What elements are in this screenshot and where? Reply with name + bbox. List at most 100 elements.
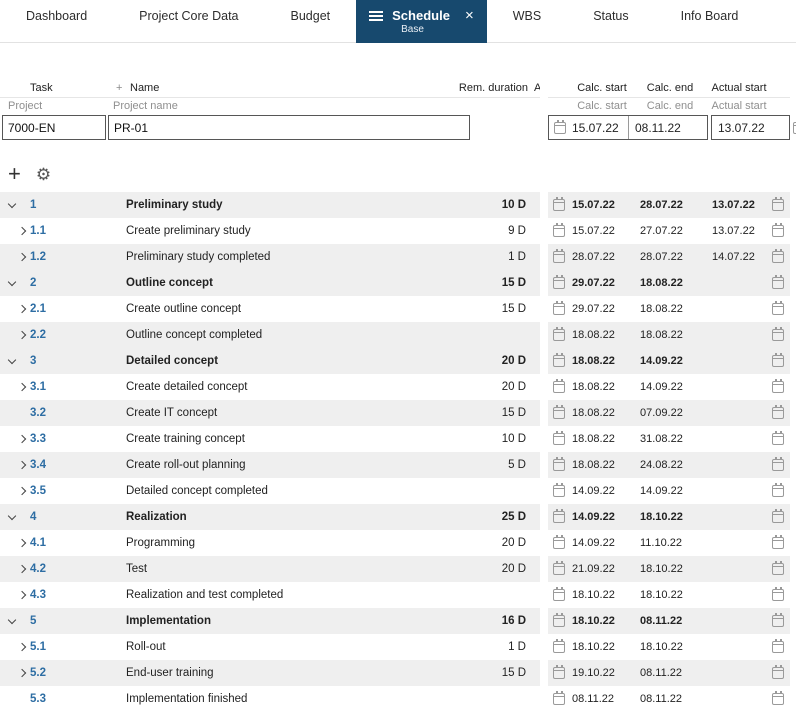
task-name[interactable]: Implementation finished xyxy=(126,693,456,705)
calendar-icon[interactable] xyxy=(553,379,565,393)
column-header-calc-start[interactable]: Calc. start xyxy=(568,82,636,94)
task-rem-duration[interactable]: 20 D xyxy=(456,381,540,393)
task-name[interactable]: Create training concept xyxy=(126,433,456,445)
task-name[interactable]: Realization xyxy=(126,511,456,523)
task-number[interactable]: 4.3 xyxy=(30,589,126,601)
add-task-button[interactable]: + xyxy=(8,163,21,185)
task-number[interactable]: 1.1 xyxy=(30,225,126,237)
task-rem-duration[interactable]: 15 D xyxy=(456,303,540,315)
task-number[interactable]: 2 xyxy=(30,277,126,289)
expand-chevron-icon[interactable] xyxy=(17,460,27,470)
tab-budget[interactable]: Budget xyxy=(265,0,357,31)
tab-status[interactable]: Status xyxy=(567,0,654,31)
calendar-icon[interactable] xyxy=(772,509,784,523)
calendar-icon[interactable] xyxy=(553,535,565,549)
task-name[interactable]: Outline concept completed xyxy=(126,329,456,341)
task-name[interactable]: Create IT concept xyxy=(126,407,456,419)
task-rem-duration[interactable]: 10 D xyxy=(456,199,540,211)
calendar-icon[interactable] xyxy=(553,561,565,575)
task-name[interactable]: Test xyxy=(126,563,456,575)
task-number[interactable]: 3.4 xyxy=(30,459,126,471)
expand-chevron-icon[interactable] xyxy=(17,382,27,392)
calendar-icon[interactable] xyxy=(553,587,565,601)
task-name[interactable]: Create roll-out planning xyxy=(126,459,456,471)
task-rem-duration[interactable]: 9 D xyxy=(456,225,540,237)
task-number[interactable]: 2.1 xyxy=(30,303,126,315)
task-name[interactable]: Create preliminary study xyxy=(126,225,456,237)
task-rem-duration[interactable]: 15 D xyxy=(456,407,540,419)
task-number[interactable]: 1 xyxy=(30,199,126,211)
task-number[interactable]: 3.1 xyxy=(30,381,126,393)
task-rem-duration[interactable]: 20 D xyxy=(456,355,540,367)
task-name[interactable]: Implementation xyxy=(126,615,456,627)
calendar-icon[interactable] xyxy=(772,223,784,237)
task-number[interactable]: 5.1 xyxy=(30,641,126,653)
calendar-icon[interactable] xyxy=(772,561,784,575)
calendar-icon[interactable] xyxy=(553,613,565,627)
calendar-icon[interactable] xyxy=(553,691,565,705)
project-name-input[interactable] xyxy=(108,115,470,140)
task-name[interactable]: End-user training xyxy=(126,667,456,679)
task-rem-duration[interactable]: 20 D xyxy=(456,537,540,549)
expand-chevron-icon[interactable] xyxy=(17,642,27,652)
tab-info-board[interactable]: Info Board xyxy=(655,0,765,31)
task-rem-duration[interactable]: 10 D xyxy=(456,433,540,445)
expand-chevron-icon[interactable] xyxy=(17,538,27,548)
calendar-icon[interactable] xyxy=(772,587,784,601)
calendar-icon[interactable] xyxy=(772,457,784,471)
task-rem-duration[interactable]: 15 D xyxy=(456,277,540,289)
task-rem-duration[interactable]: 15 D xyxy=(456,667,540,679)
calendar-icon[interactable] xyxy=(772,249,784,263)
add-column-icon[interactable]: + xyxy=(116,82,122,94)
task-number[interactable]: 3.2 xyxy=(30,407,126,419)
calendar-icon[interactable] xyxy=(772,405,784,419)
calendar-icon[interactable] xyxy=(553,509,565,523)
calendar-icon[interactable] xyxy=(553,639,565,653)
actual-start[interactable]: 13.07.22 xyxy=(704,225,770,237)
task-number[interactable]: 4.1 xyxy=(30,537,126,549)
task-name[interactable]: Detailed concept xyxy=(126,355,456,367)
task-rem-duration[interactable]: 1 D xyxy=(456,251,540,263)
calendar-icon[interactable] xyxy=(772,431,784,445)
project-calc-start-field[interactable]: 15.07.22 xyxy=(566,121,628,135)
actual-start[interactable]: 13.07.22 xyxy=(704,199,770,211)
calendar-icon[interactable] xyxy=(772,665,784,679)
task-rem-duration[interactable]: 16 D xyxy=(456,615,540,627)
expand-chevron-icon[interactable] xyxy=(7,615,17,625)
expand-chevron-icon[interactable] xyxy=(17,226,27,236)
task-rem-duration[interactable]: 25 D xyxy=(456,511,540,523)
calendar-icon[interactable] xyxy=(772,483,784,497)
expand-chevron-icon[interactable] xyxy=(17,434,27,444)
column-header-name[interactable]: Name xyxy=(130,82,159,94)
tab-wbs[interactable]: WBS xyxy=(487,0,567,31)
calendar-icon[interactable] xyxy=(553,405,565,419)
task-number[interactable]: 5.3 xyxy=(30,693,126,705)
task-name[interactable]: Detailed concept completed xyxy=(126,485,456,497)
task-rem-duration[interactable]: 5 D xyxy=(456,459,540,471)
calendar-icon[interactable] xyxy=(553,327,565,341)
expand-chevron-icon[interactable] xyxy=(17,304,27,314)
expand-chevron-icon[interactable] xyxy=(17,668,27,678)
tab-schedule[interactable]: Schedule × Base xyxy=(356,0,487,43)
task-number[interactable]: 1.2 xyxy=(30,251,126,263)
calendar-icon[interactable] xyxy=(553,457,565,471)
calendar-icon[interactable] xyxy=(772,301,784,315)
calendar-icon[interactable] xyxy=(772,327,784,341)
task-name[interactable]: Create outline concept xyxy=(126,303,456,315)
task-number[interactable]: 3.5 xyxy=(30,485,126,497)
calendar-icon[interactable] xyxy=(553,353,565,367)
calendar-icon[interactable] xyxy=(772,535,784,549)
task-number[interactable]: 2.2 xyxy=(30,329,126,341)
expand-chevron-icon[interactable] xyxy=(7,355,17,365)
calendar-icon[interactable] xyxy=(772,379,784,393)
calendar-icon[interactable] xyxy=(553,223,565,237)
expand-chevron-icon[interactable] xyxy=(17,564,27,574)
calendar-icon[interactable] xyxy=(772,275,784,289)
expand-chevron-icon[interactable] xyxy=(7,199,17,209)
calendar-icon[interactable] xyxy=(772,639,784,653)
task-number[interactable]: 3.3 xyxy=(30,433,126,445)
project-id-input[interactable] xyxy=(2,115,106,140)
calendar-icon[interactable] xyxy=(553,301,565,315)
task-number[interactable]: 4.2 xyxy=(30,563,126,575)
task-number[interactable]: 3 xyxy=(30,355,126,367)
